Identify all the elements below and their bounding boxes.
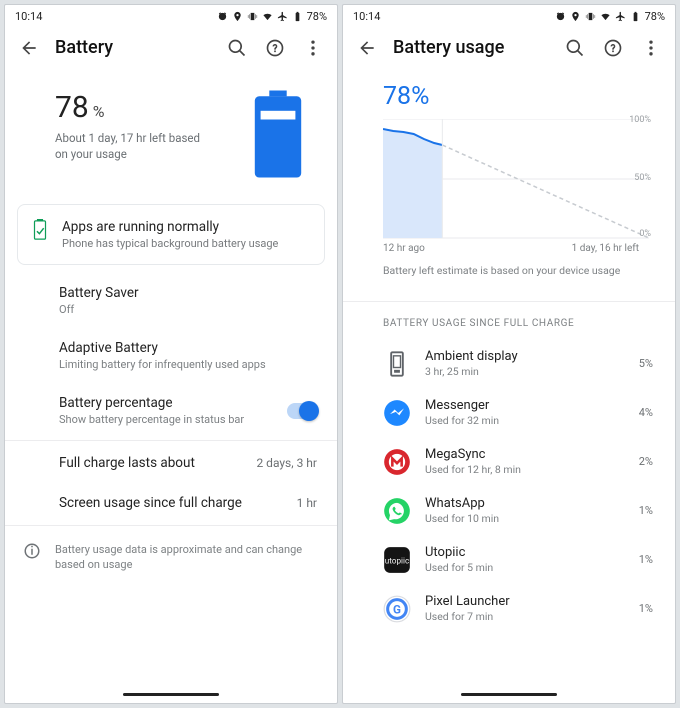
overflow-menu-button[interactable]	[303, 38, 323, 58]
airplane-icon	[277, 11, 288, 22]
info-icon	[23, 542, 41, 560]
battery-percentage-toggle[interactable]	[287, 403, 317, 419]
battery-level: 78	[55, 90, 89, 125]
back-button[interactable]	[357, 38, 377, 58]
search-button[interactable]	[227, 38, 247, 58]
battery-saver-pref[interactable]: Battery Saver Off	[5, 273, 337, 328]
battery-estimate: About 1 day, 17 hr left based on your us…	[55, 131, 215, 162]
battery-footnote: Battery usage data is approximate and ca…	[5, 528, 337, 587]
usage-section-header: BATTERY USAGE SINCE FULL CHARGE	[343, 304, 675, 339]
svg-text:G: G	[393, 602, 401, 616]
alarm-icon	[555, 11, 566, 22]
status-battery-pct: 78%	[645, 10, 665, 23]
battery-status-icon	[630, 11, 641, 22]
battery-illustration	[249, 90, 307, 178]
wifi-icon	[600, 11, 611, 22]
battery-hero: 78 % About 1 day, 17 hr left based on yo…	[5, 72, 337, 194]
status-time: 10:14	[15, 10, 42, 23]
airplane-icon	[615, 11, 626, 22]
status-battery-pct: 78%	[307, 10, 327, 23]
pixel-launcher-icon: G	[383, 595, 411, 623]
full-charge-stat[interactable]: Full charge lasts about 2 days, 3 hr	[5, 443, 337, 483]
usage-row-whatsapp[interactable]: WhatsAppUsed for 10 min 1%	[343, 486, 675, 535]
ambient-display-icon	[383, 350, 411, 378]
adaptive-battery-pref[interactable]: Adaptive Battery Limiting battery for in…	[5, 328, 337, 383]
gesture-nav-bar[interactable]	[343, 685, 675, 703]
battery-ok-icon	[32, 219, 48, 241]
app-bar: Battery	[5, 27, 337, 72]
battery-graph-section: 78% 100% 50% 0% 12 h	[343, 72, 675, 299]
battery-settings-screen: 10:14 78% Battery	[4, 4, 338, 704]
search-button[interactable]	[565, 38, 585, 58]
graph-battery-level: 78%	[383, 82, 649, 111]
usage-row-messenger[interactable]: MessengerUsed for 32 min 4%	[343, 388, 675, 437]
help-button[interactable]	[603, 38, 623, 58]
usage-row-utopiic[interactable]: utopiic UtopiicUsed for 5 min 1%	[343, 535, 675, 584]
overflow-menu-button[interactable]	[641, 38, 661, 58]
status-bar: 10:14 78%	[343, 5, 675, 27]
location-icon	[570, 11, 581, 22]
usage-row-ambient-display[interactable]: Ambient display3 hr, 25 min 5%	[343, 339, 675, 388]
status-time: 10:14	[353, 10, 380, 23]
usage-row-megasync[interactable]: MegaSyncUsed for 12 hr, 8 min 2%	[343, 437, 675, 486]
svg-text:utopiic: utopiic	[385, 555, 410, 565]
utopiic-icon: utopiic	[383, 546, 411, 574]
battery-usage-chart: 100% 50% 0%	[383, 119, 649, 239]
screen-usage-stat[interactable]: Screen usage since full charge 1 hr	[5, 483, 337, 523]
messenger-icon	[383, 399, 411, 427]
megasync-icon	[383, 448, 411, 476]
alarm-icon	[217, 11, 228, 22]
battery-percentage-pref[interactable]: Battery percentage Show battery percenta…	[5, 383, 337, 438]
vibrate-icon	[247, 11, 258, 22]
status-bar: 10:14 78%	[5, 5, 337, 27]
help-button[interactable]	[265, 38, 285, 58]
apps-running-card[interactable]: Apps are running normally Phone has typi…	[17, 204, 325, 265]
back-button[interactable]	[19, 38, 39, 58]
battery-status-icon	[292, 11, 303, 22]
wifi-icon	[262, 11, 273, 22]
whatsapp-icon	[383, 497, 411, 525]
x-axis-start: 12 hr ago	[383, 243, 425, 254]
location-icon	[232, 11, 243, 22]
usage-row-pixel-launcher[interactable]: G Pixel LauncherUsed for 7 min 1%	[343, 584, 675, 633]
gesture-nav-bar[interactable]	[5, 685, 337, 703]
battery-usage-screen: 10:14 78% Battery usage	[342, 4, 676, 704]
x-axis-end: 1 day, 16 hr left	[572, 243, 639, 254]
page-title: Battery usage	[393, 37, 549, 58]
page-title: Battery	[55, 37, 211, 58]
app-bar: Battery usage	[343, 27, 675, 72]
vibrate-icon	[585, 11, 596, 22]
